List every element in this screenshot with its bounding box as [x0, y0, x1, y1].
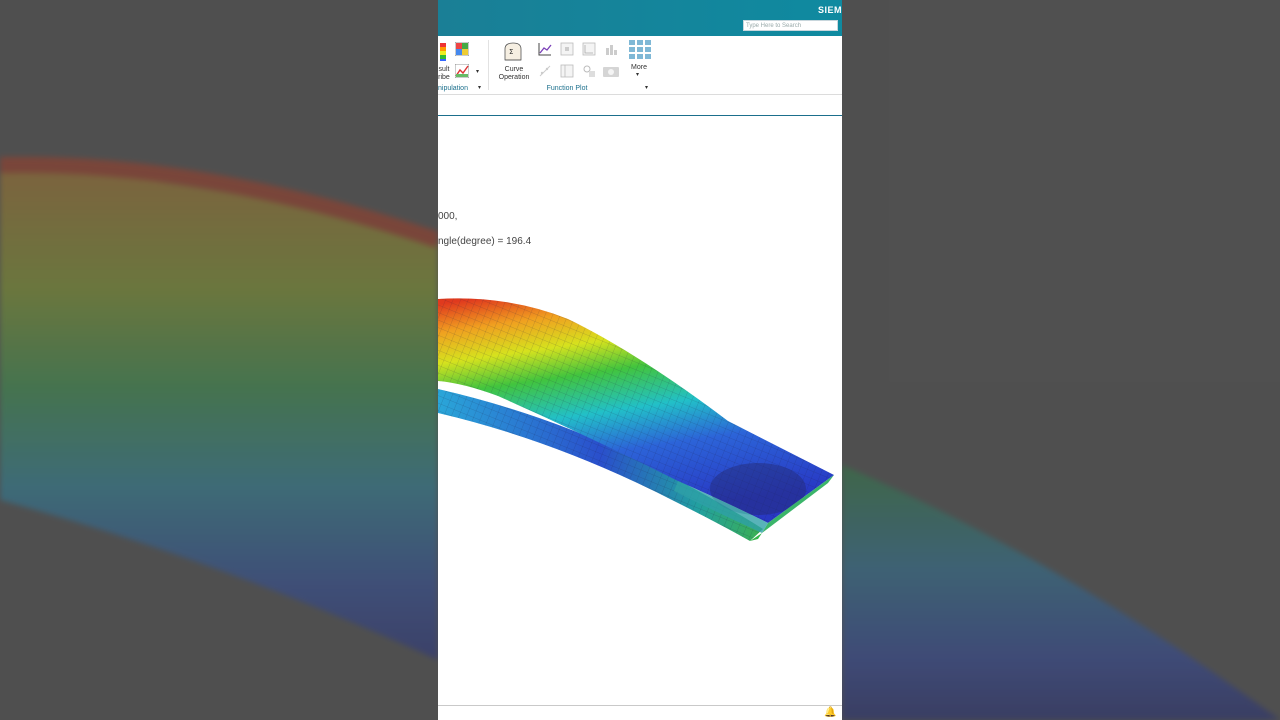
graphics-viewport[interactable]: 000, ngle(degree) = 196.4 [438, 131, 842, 705]
app-window: SIEM Type Here to Search sult ribe ▾ nip… [438, 0, 842, 720]
notification-bell-icon[interactable]: 🔔 [824, 707, 836, 718]
plot-image-icon[interactable] [455, 64, 469, 78]
brand-logo: SIEM [817, 5, 842, 15]
curve-operation-label-line2: Operation [498, 74, 530, 81]
probe-icon[interactable] [582, 64, 596, 78]
ribbon-toolbar: sult ribe ▾ nipulation ▾ Σ Curve Operati… [438, 36, 842, 95]
more-dropdown-icon[interactable]: ▾ [636, 71, 639, 79]
dropdown-arrow-icon[interactable]: ▾ [476, 68, 479, 76]
status-bar: 🔔 [438, 705, 842, 720]
function-plot-group-expand-icon[interactable]: ▾ [645, 84, 648, 92]
result-label-line2: ribe [438, 74, 450, 81]
plot-frame-icon[interactable] [560, 42, 574, 56]
result-label-line1: sult [438, 66, 450, 73]
search-input[interactable]: Type Here to Search [743, 20, 838, 31]
bar-chart-icon[interactable] [604, 42, 618, 56]
curve-operation-icon[interactable]: Σ [502, 41, 524, 63]
scatter-icon[interactable] [538, 64, 552, 78]
tab-strip [438, 95, 842, 116]
xy-plot-icon[interactable] [538, 42, 552, 56]
svg-text:Σ: Σ [509, 48, 513, 56]
manipulation-group-label: nipulation [438, 85, 468, 92]
contour-table-icon[interactable] [455, 42, 469, 56]
camera-icon[interactable] [602, 64, 620, 78]
blurred-background-right [842, 0, 1280, 720]
curve-operation-label-line1: Curve [504, 66, 524, 73]
manipulation-group-expand-icon[interactable]: ▾ [478, 84, 481, 92]
title-bar: SIEM Type Here to Search [438, 0, 842, 36]
axis-frame-icon[interactable] [582, 42, 596, 56]
colorbar-icon[interactable] [438, 43, 448, 61]
function-plot-group-label: Function Plot [546, 85, 588, 92]
table-frame-icon[interactable] [560, 64, 574, 78]
fea-contour-model [438, 298, 834, 541]
more-grid-icon[interactable] [629, 40, 651, 60]
blurred-background-left [0, 0, 438, 720]
